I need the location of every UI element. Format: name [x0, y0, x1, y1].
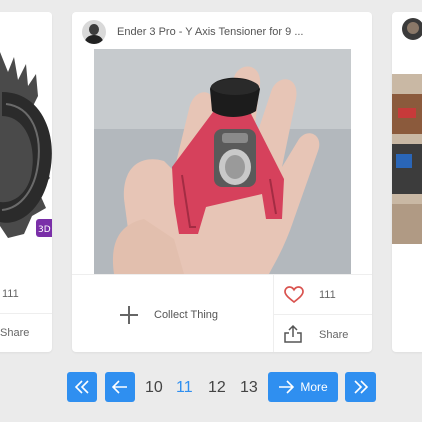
svg-text:3D: 3D: [38, 225, 51, 235]
thing-title[interactable]: Ender 3 Pro - Y Axis Tensioner for 9 ...: [117, 26, 304, 38]
prev-page-button[interactable]: [105, 372, 135, 402]
share-icon: [284, 324, 302, 343]
like-count: 111: [319, 289, 336, 301]
thing-card-left[interactable]: 3D 111 Share: [0, 12, 52, 352]
last-page-button[interactable]: [345, 372, 376, 402]
thing-card[interactable]: Ender 3 Pro - Y Axis Tensioner for 9 ...…: [72, 12, 372, 352]
avatar[interactable]: [82, 20, 106, 44]
heart-icon: [284, 286, 304, 304]
collect-button[interactable]: Collect Thing: [72, 275, 273, 352]
first-page-button[interactable]: [67, 372, 97, 402]
thing-image-left[interactable]: 3D: [0, 12, 52, 262]
page-13[interactable]: 13: [240, 379, 258, 397]
double-chevron-left-icon: [74, 380, 89, 394]
card-header: Ender 3 Pro - Y Axis Tensioner for 9 ...: [82, 18, 304, 46]
like-button[interactable]: 111: [274, 275, 372, 315]
more-label: More: [300, 380, 328, 394]
share-label: Share: [319, 329, 349, 341]
pagination: 10 11 12 13 More: [0, 372, 422, 402]
card-actions: Collect Thing 111 Share: [72, 274, 372, 352]
like-count-left: 111: [2, 288, 19, 300]
arrow-left-icon: [112, 380, 127, 394]
more-button[interactable]: More: [268, 372, 338, 402]
arrow-right-icon: [279, 380, 295, 394]
share-button[interactable]: Share: [274, 315, 372, 352]
page-10[interactable]: 10: [145, 379, 163, 397]
double-chevron-right-icon: [353, 380, 368, 394]
collect-label: Collect Thing: [154, 309, 218, 321]
page-12[interactable]: 12: [208, 379, 226, 397]
thing-card-right[interactable]: [392, 12, 422, 352]
thing-image-right[interactable]: [392, 74, 422, 244]
avatar[interactable]: [402, 18, 422, 40]
plus-icon: [119, 305, 139, 325]
divider: [0, 313, 52, 314]
thing-image[interactable]: [94, 49, 351, 274]
share-label-left[interactable]: Share: [0, 327, 29, 339]
page-11-current[interactable]: 11: [176, 379, 193, 397]
